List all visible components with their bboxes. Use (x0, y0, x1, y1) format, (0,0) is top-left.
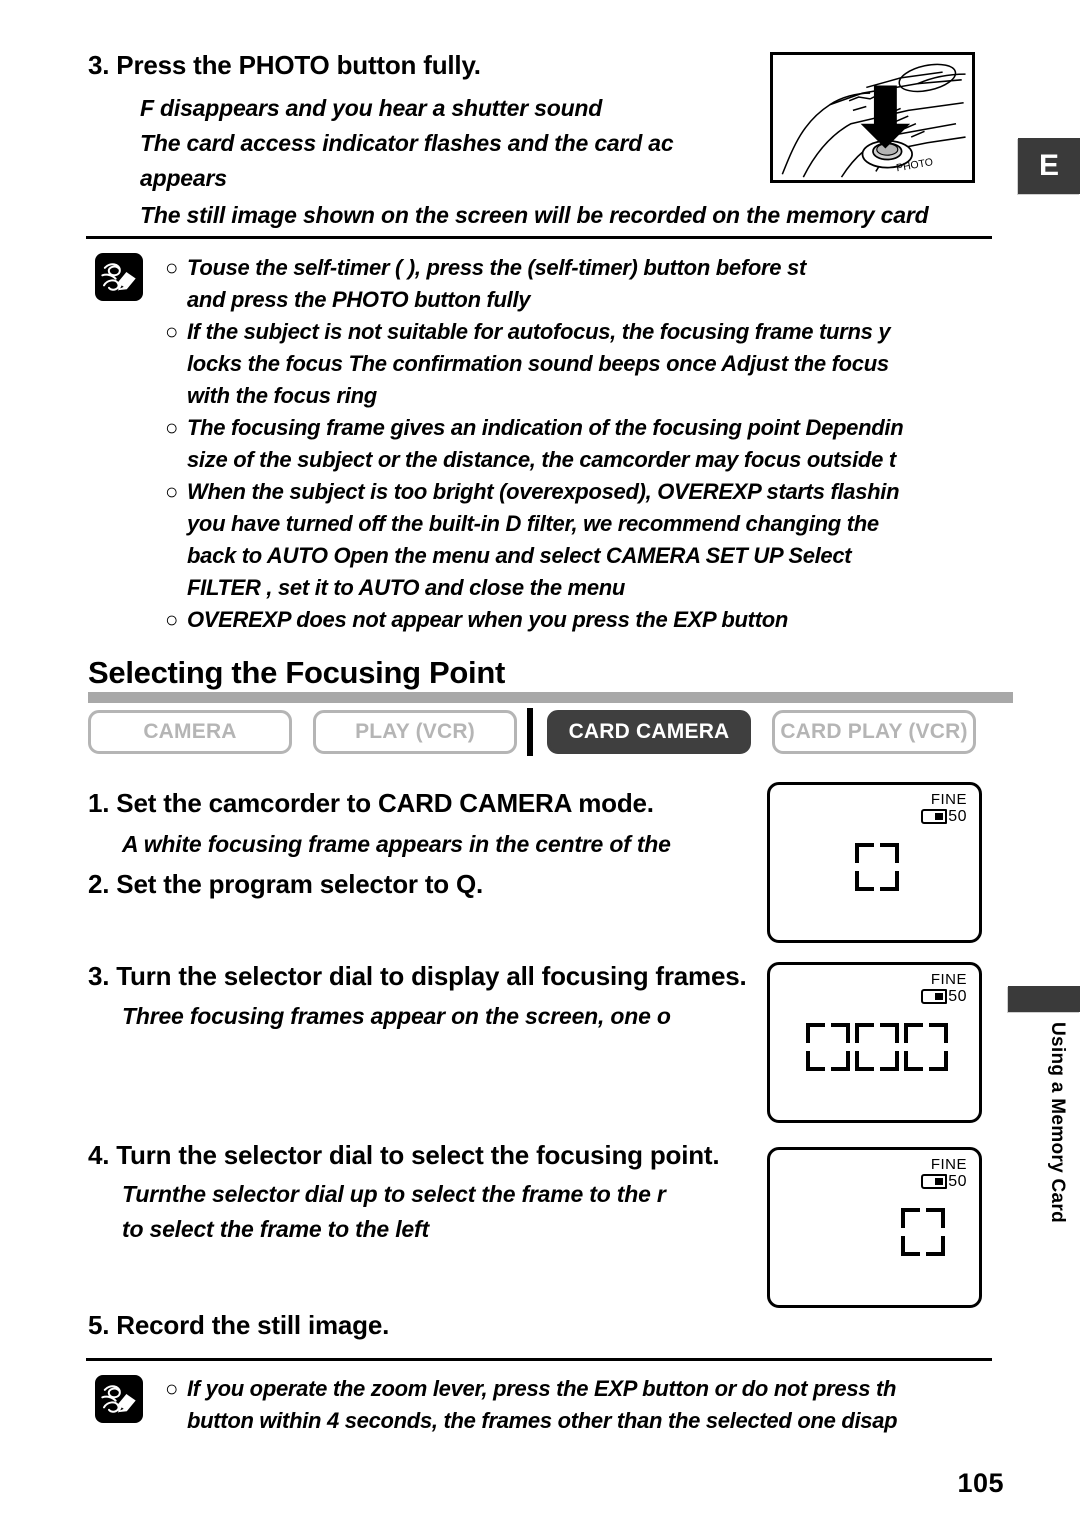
note-bullet: ○ (165, 1376, 178, 1401)
step-3-line-3: appears (140, 165, 227, 191)
step-3-line-4: The still image shown on the screen will… (140, 202, 929, 228)
focusing-frame-center (855, 1023, 899, 1071)
section-title: Selecting the Focusing Point (88, 655, 506, 690)
step-2-heading: 2. Set the program selector to Q. (88, 869, 484, 899)
lcd-screen-2: FINE 50 (767, 962, 982, 1123)
lcd-1-indicators: FINE 50 (921, 791, 967, 825)
step-4-sub: Turnthe selector dial up to select the f… (122, 1181, 666, 1207)
note-item: ○ OVEREXP does not appear when you press … (165, 604, 903, 636)
note-line: OVEREXP does not appear when you press t… (187, 607, 789, 632)
note-bullet: ○ (165, 415, 178, 440)
focusing-frame-right (901, 1208, 945, 1256)
note-line: size of the subject or the distance, the… (187, 447, 896, 472)
note-line: with the focus ring (187, 383, 377, 408)
note-item: ○ The focusing frame gives an indication … (165, 412, 904, 444)
mode-button-card-camera[interactable]: CARD CAMERA (547, 710, 751, 754)
notes-pencil-icon (95, 1375, 143, 1423)
mode-button-card-play-vcr[interactable]: CARD PLAY (VCR) (772, 710, 976, 754)
notes-top-rule (86, 236, 992, 239)
step-4-sub-2: to select the frame to the left (122, 1216, 429, 1242)
note-line: The focusing frame gives an indication o… (187, 415, 904, 440)
lcd-card-row: 50 (921, 1173, 967, 1190)
note-item-cont: back to AUTO Open the menu and select CA… (165, 540, 903, 572)
mode-button-camera[interactable]: CAMERA (88, 710, 292, 754)
note-item-cont: FILTER , set it to AUTO and close the me… (165, 572, 903, 604)
pencil-glyph (101, 1385, 136, 1413)
note-item-cont: size of the subject or the distance, the… (165, 444, 903, 476)
page-number: 105 (957, 1468, 1004, 1498)
step-3-line-2: The card access indicator flashes and th… (140, 130, 674, 156)
lcd-2-indicators: FINE 50 (921, 971, 967, 1005)
step-3-line-1: F disappears and you hear a shutter soun… (140, 95, 603, 121)
note-item: ○ Touse the self-timer ( ), press the (se… (165, 252, 903, 284)
note-line: button within 4 seconds, the frames othe… (187, 1408, 898, 1433)
section-title-bar (88, 692, 1013, 703)
step-1-heading: 1. Set the camcorder to CARD CAMERA mode… (88, 788, 654, 818)
photo-button-illustration: PHOTO (770, 52, 975, 183)
mode-button-play-vcr[interactable]: PLAY (VCR) (313, 710, 517, 754)
step-3-heading: 3. Press the PHOTO button fully. (88, 50, 481, 80)
note-line: locks the focus The confirmation sound b… (187, 351, 889, 376)
lcd-screen-3: FINE 50 (767, 1147, 982, 1308)
note-bullet: ○ (165, 319, 178, 344)
note-bullet: ○ (165, 255, 178, 280)
focusing-frame-right (904, 1023, 948, 1071)
notes-top-list: ○ Touse the self-timer ( ), press the (se… (165, 252, 904, 636)
step-5-heading: 5. Record the still image. (88, 1310, 390, 1340)
notes-pencil-icon (95, 253, 143, 301)
note-bullet: ○ (165, 607, 178, 632)
note-line: FILTER , set it to AUTO and close the me… (187, 575, 626, 600)
lcd-quality-label: FINE (930, 1156, 967, 1173)
note-line: and press the PHOTO button fully (187, 287, 531, 312)
step-3b-heading: 3. Turn the selector dial to display all… (88, 961, 747, 991)
note-item-cont: button within 4 seconds, the frames othe… (165, 1405, 898, 1437)
language-tab: E (1018, 138, 1080, 194)
note-item-cont: with the focus ring (165, 380, 903, 412)
lcd-quality-label: FINE (930, 791, 967, 808)
notes-bottom-rule (86, 1358, 992, 1361)
note-item-cont: and press the PHOTO button fully (165, 284, 903, 316)
lcd-quality-label: FINE (930, 971, 967, 988)
notes-bottom-list: ○ If you operate the zoom lever, press th… (165, 1373, 898, 1437)
lcd-remaining-count: 50 (948, 808, 967, 825)
note-item: ○ When the subject is too bright (overexp… (165, 476, 903, 508)
note-line: you have turned off the built-in D filte… (187, 511, 879, 536)
mode-divider (527, 708, 533, 756)
lcd-card-row: 50 (921, 988, 967, 1005)
step-3b-sub: Three focusing frames appear on the scre… (122, 1003, 671, 1029)
note-item-cont: you have turned off the built-in D filte… (165, 508, 903, 540)
note-item: ○ If the subject is not suitable for auto… (165, 316, 903, 348)
chapter-label: Using a Memory Card (1047, 1022, 1068, 1224)
note-line: back to AUTO Open the menu and select CA… (187, 543, 852, 568)
step-4-heading: 4. Turn the selector dial to select the … (88, 1140, 720, 1170)
note-line: If you operate the zoom lever, press the… (187, 1376, 897, 1401)
step-1-sub: A white focusing frame appears in the ce… (122, 831, 671, 857)
lcd-3-indicators: FINE 50 (921, 1156, 967, 1190)
focusing-frame-center (855, 843, 899, 891)
note-item: ○ If you operate the zoom lever, press th… (165, 1373, 897, 1405)
lcd-remaining-count: 50 (948, 1173, 967, 1190)
note-line: Touse the self-timer ( ), press the (sel… (187, 255, 806, 280)
note-bullet: ○ (165, 479, 178, 504)
focusing-frame-left (806, 1023, 850, 1071)
memory-card-icon (921, 989, 948, 1004)
note-line: When the subject is too bright (overexpo… (187, 479, 900, 504)
pencil-glyph (101, 263, 136, 291)
mode-button-row: CAMERA PLAY (VCR) CARD CAMERA CARD PLAY … (88, 708, 1028, 756)
note-line: If the subject is not suitable for autof… (187, 319, 891, 344)
lcd-screen-1: FINE 50 (767, 782, 982, 943)
lcd-card-row: 50 (921, 808, 967, 825)
chapter-bar (1008, 986, 1080, 1012)
camcorder-drawing: PHOTO (781, 63, 966, 178)
memory-card-icon (921, 1174, 948, 1189)
lcd-remaining-count: 50 (948, 988, 967, 1005)
press-down-arrow-icon (860, 85, 911, 149)
memory-card-icon (921, 809, 948, 824)
note-item-cont: locks the focus The confirmation sound b… (165, 348, 903, 380)
language-tab-label: E (1038, 149, 1059, 182)
